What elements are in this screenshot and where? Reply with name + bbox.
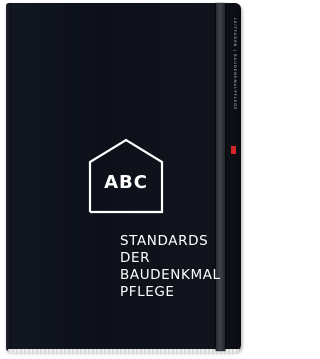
page-edges bbox=[8, 349, 239, 353]
title-line-1: STANDARDS bbox=[120, 233, 209, 249]
publisher-mark bbox=[231, 146, 236, 154]
cover-title: STANDARDS DER BAUDENKMAL PFLEGE bbox=[120, 233, 221, 301]
title-line-4: PFLEGE bbox=[120, 284, 175, 300]
title-line-3: BAUDENKMAL bbox=[120, 267, 221, 283]
title-line-2: DER bbox=[120, 250, 151, 266]
spine-edge bbox=[6, 3, 11, 351]
monogram: ABC bbox=[104, 172, 148, 193]
series-label: LEITFADEN | BAUDENKMALPFLEGE bbox=[233, 18, 237, 111]
